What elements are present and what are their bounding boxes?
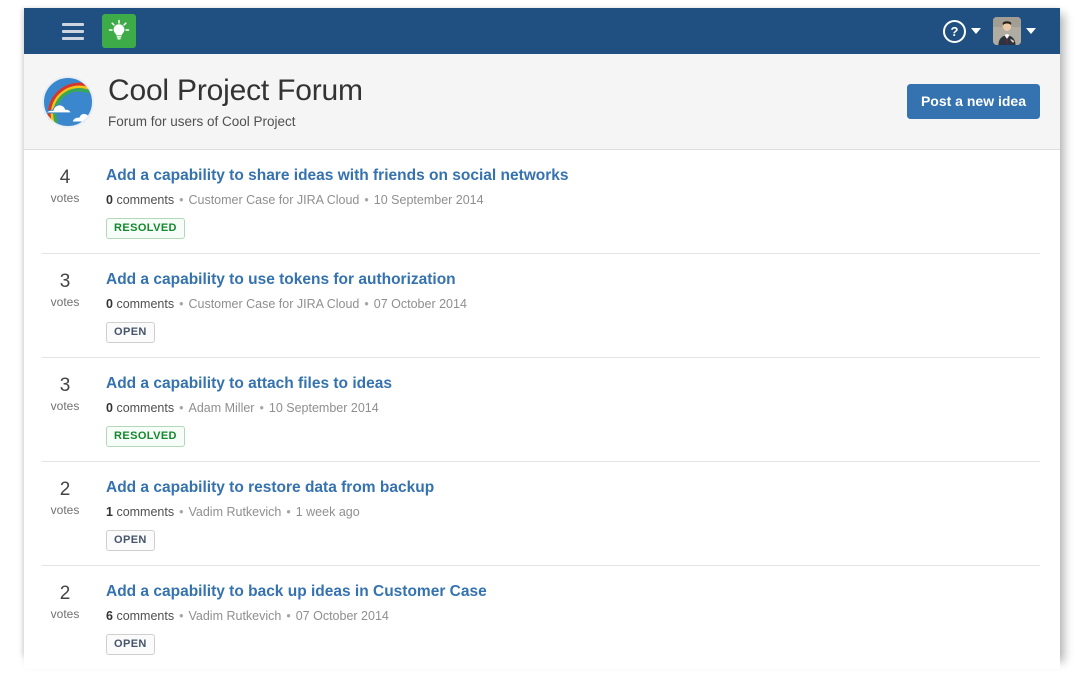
- idea-row: 4votes Add a capability to share ideas wi…: [42, 150, 1040, 254]
- idea-title-link[interactable]: Add a capability to restore data from ba…: [106, 478, 434, 498]
- idea-content: Add a capability to back up ideas in Cus…: [88, 582, 1040, 655]
- vote-count: 4: [42, 167, 88, 189]
- idea-comments-link[interactable]: 0 comments: [106, 297, 174, 311]
- browser-page-card: ?: [24, 8, 1060, 656]
- meta-separator: •: [179, 193, 183, 207]
- vote-label: votes: [42, 398, 88, 414]
- meta-separator: •: [179, 401, 183, 415]
- top-navigation-bar: ?: [24, 8, 1060, 54]
- idea-comments-link[interactable]: 0 comments: [106, 193, 174, 207]
- post-new-idea-button[interactable]: Post a new idea: [907, 84, 1040, 119]
- idea-comments-count: 0: [106, 193, 113, 207]
- chevron-down-icon: [1026, 28, 1036, 34]
- meta-separator: •: [364, 193, 368, 207]
- idea-comments-word: comments: [116, 609, 174, 623]
- idea-meta: 0 comments • Adam Miller • 10 September 2014: [106, 400, 1040, 417]
- idea-date: 10 September 2014: [374, 193, 484, 207]
- idea-meta: 0 comments • Customer Case for JIRA Cloud •…: [106, 192, 1040, 209]
- idea-title-link[interactable]: Add a capability to use tokens for autho…: [106, 270, 456, 290]
- project-description: Forum for users of Cool Project: [108, 114, 363, 130]
- idea-row: 2votes Add a capability to back up ideas …: [42, 566, 1040, 669]
- status-badge: OPEN: [106, 322, 155, 343]
- status-badge: RESOLVED: [106, 426, 185, 447]
- idea-date: 10 September 2014: [269, 401, 379, 415]
- user-avatar-icon: [993, 17, 1021, 45]
- idea-title-link[interactable]: Add a capability to share ideas with fri…: [106, 166, 569, 186]
- vote-label: votes: [42, 606, 88, 622]
- idea-meta: 1 comments • Vadim Rutkevich • 1 week ago: [106, 504, 1040, 521]
- status-badge: RESOLVED: [106, 218, 185, 239]
- idea-title-link[interactable]: Add a capability to attach files to idea…: [106, 374, 392, 394]
- screen-canvas: ?: [0, 0, 1077, 682]
- idea-meta: 0 comments • Customer Case for JIRA Cloud •…: [106, 296, 1040, 313]
- idea-row: 2votes Add a capability to restore data f…: [42, 462, 1040, 566]
- idea-comments-count: 1: [106, 505, 113, 519]
- idea-content: Add a capability to attach files to idea…: [88, 374, 1040, 447]
- vote-count: 2: [42, 479, 88, 501]
- idea-comments-word: comments: [116, 297, 174, 311]
- idea-content: Add a capability to share ideas with fri…: [88, 166, 1040, 239]
- vote-count: 3: [42, 271, 88, 293]
- idea-author: Adam Miller: [188, 401, 254, 415]
- project-rainbow-cloud-avatar: [42, 76, 94, 128]
- idea-date: 07 October 2014: [296, 609, 389, 623]
- vote-label: votes: [42, 190, 88, 206]
- vote-count: 3: [42, 375, 88, 397]
- user-profile-menu[interactable]: [989, 14, 1040, 48]
- vote-label: votes: [42, 502, 88, 518]
- help-menu[interactable]: ?: [939, 17, 985, 46]
- project-header: Cool Project Forum Forum for users of Co…: [24, 54, 1060, 150]
- idea-content: Add a capability to use tokens for autho…: [88, 270, 1040, 343]
- vote-box: 4votes: [42, 166, 88, 239]
- idea-content: Add a capability to restore data from ba…: [88, 478, 1040, 551]
- meta-separator: •: [259, 401, 263, 415]
- idea-comments-count: 0: [106, 401, 113, 415]
- topbar-right-controls: ?: [939, 14, 1060, 48]
- idea-comments-link[interactable]: 6 comments: [106, 609, 174, 623]
- idea-comments-link[interactable]: 1 comments: [106, 505, 174, 519]
- idea-author: Customer Case for JIRA Cloud: [188, 193, 359, 207]
- idea-author: Vadim Rutkevich: [188, 609, 281, 623]
- meta-separator: •: [286, 505, 290, 519]
- idea-comments-word: comments: [116, 193, 174, 207]
- idea-comments-count: 6: [106, 609, 113, 623]
- status-badge: OPEN: [106, 530, 155, 551]
- idea-row: 3votes Add a capability to use tokens for…: [42, 254, 1040, 358]
- idea-author: Customer Case for JIRA Cloud: [188, 297, 359, 311]
- vote-box: 2votes: [42, 582, 88, 655]
- status-badge: OPEN: [106, 634, 155, 655]
- meta-separator: •: [179, 505, 183, 519]
- idea-list: 4votesAdd a capability to share ideas wi…: [24, 150, 1060, 669]
- idea-row: 3votes Add a capability to attach files t…: [42, 358, 1040, 462]
- idea-comments-link[interactable]: 0 comments: [106, 401, 174, 415]
- meta-separator: •: [364, 297, 368, 311]
- hamburger-line: [62, 23, 84, 26]
- idea-comments-word: comments: [116, 401, 174, 415]
- vote-box: 3votes: [42, 374, 88, 447]
- hamburger-line: [62, 30, 84, 33]
- page-title: Cool Project Forum: [108, 74, 363, 108]
- lightbulb-icon[interactable]: [102, 14, 136, 48]
- vote-label: votes: [42, 294, 88, 310]
- idea-comments-count: 0: [106, 297, 113, 311]
- help-question-icon: ?: [943, 20, 966, 43]
- idea-author: Vadim Rutkevich: [188, 505, 281, 519]
- hamburger-line: [62, 37, 84, 40]
- vote-box: 2votes: [42, 478, 88, 551]
- meta-separator: •: [286, 609, 290, 623]
- idea-meta: 6 comments • Vadim Rutkevich • 07 October 20…: [106, 608, 1040, 625]
- meta-separator: •: [179, 609, 183, 623]
- idea-comments-word: comments: [116, 505, 174, 519]
- idea-date: 07 October 2014: [374, 297, 467, 311]
- idea-date: 1 week ago: [296, 505, 360, 519]
- hamburger-menu-icon[interactable]: [58, 16, 88, 46]
- project-title-block: Cool Project Forum Forum for users of Co…: [108, 74, 363, 130]
- chevron-down-icon: [971, 28, 981, 34]
- meta-separator: •: [179, 297, 183, 311]
- idea-title-link[interactable]: Add a capability to back up ideas in Cus…: [106, 582, 487, 602]
- vote-count: 2: [42, 583, 88, 605]
- vote-box: 3votes: [42, 270, 88, 343]
